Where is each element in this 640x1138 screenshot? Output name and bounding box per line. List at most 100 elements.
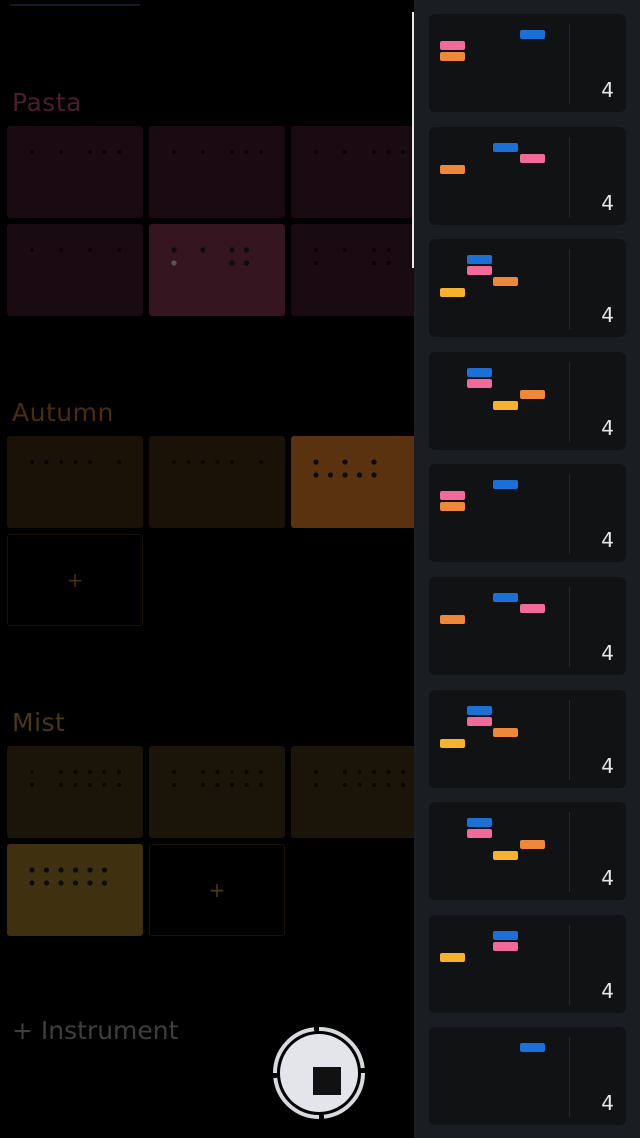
pattern-dot [314,248,318,252]
pattern-tile[interactable] [7,746,143,838]
section-title[interactable]: Pasta [12,88,82,117]
pattern-dot [72,880,79,886]
pattern-dots [171,247,250,266]
pattern-dot [44,460,49,464]
pattern-dot [386,770,391,774]
pattern-tile[interactable] [149,126,285,218]
pattern-dot [314,770,318,774]
pattern-dot [386,261,391,265]
pattern-dots [30,248,121,252]
section-title[interactable]: Autumn [12,398,114,427]
pattern-dots [314,248,391,265]
pattern-dot [117,770,121,774]
pattern-dot [259,150,263,154]
pattern-tile[interactable] [149,746,285,838]
pattern-card[interactable]: 4 [429,577,626,675]
pattern-dot [259,770,263,774]
pattern-dot [244,783,249,787]
pattern-card[interactable]: 4 [429,351,626,450]
pattern-tile[interactable] [291,126,427,218]
pattern-dot [372,261,376,265]
pattern-dot [43,880,50,886]
note-blue [466,367,492,377]
pattern-dots [30,460,121,464]
stop-button[interactable] [272,1026,366,1120]
note-blue [493,480,518,490]
note-blue [519,1043,545,1053]
pattern-dot [230,783,234,787]
pattern-dot [386,248,391,252]
pattern-dot [172,150,176,154]
card-divider [569,587,570,667]
pattern-dot [342,459,348,465]
pattern-dot [314,150,318,154]
note-orange [440,52,465,61]
pattern-card[interactable]: 4 [429,464,626,563]
card-divider [569,249,570,330]
pattern-dot [313,472,319,478]
pattern-tile[interactable] [7,224,143,316]
pattern-dot [229,247,235,253]
card-divider [569,699,570,780]
pattern-length: 4 [601,415,614,440]
pattern-dot [230,770,234,774]
note-blue [493,930,518,940]
add-pattern-button[interactable]: + [149,844,285,936]
drawer-scroll-indicator[interactable] [412,12,414,268]
note-pink [466,829,492,839]
note-orange [519,840,545,850]
add-pattern-button[interactable]: + [7,534,143,626]
pattern-dot [88,248,92,252]
pattern-tile[interactable] [291,224,427,316]
section-title[interactable]: Mist [12,708,65,737]
note-pink [519,153,545,163]
pattern-dot [172,460,176,464]
pattern-dot [314,783,318,787]
pattern-tile[interactable] [7,126,143,218]
pattern-tile-active[interactable] [291,436,427,528]
pattern-dot [30,783,34,787]
card-divider [569,361,570,442]
pattern-card[interactable]: 4 [429,239,626,338]
note-pink [466,378,492,388]
note-yellow [493,851,518,861]
card-divider [569,474,570,555]
pattern-dot [401,770,405,774]
pattern-dot [371,459,377,465]
stop-button-face [280,1034,358,1112]
pattern-dot [357,783,362,787]
note-pink [466,266,492,276]
pattern-card[interactable]: 4 [429,802,626,901]
pattern-dot [117,248,121,252]
pattern-dot [259,460,263,464]
pattern-dot [73,460,78,464]
pattern-tile[interactable] [149,436,285,528]
pattern-tile-active[interactable] [7,844,143,936]
pattern-dots [172,150,263,154]
pattern-tile-active[interactable] [149,224,285,316]
pattern-tile[interactable] [7,436,143,528]
pattern-dot [342,472,348,478]
pattern-card[interactable]: 4 [429,914,626,1013]
add-instrument-button[interactable]: + Instrument [12,1016,178,1045]
pattern-card[interactable]: 4 [429,689,626,788]
note-blue [493,142,518,152]
note-pink [466,716,492,726]
pattern-dot [343,248,347,252]
pattern-dot [101,867,108,873]
pattern-dot [30,150,34,154]
pattern-dot [201,460,205,464]
pattern-card[interactable]: 4 [429,126,626,225]
pattern-dot [314,261,318,265]
pattern-card[interactable]: 4 [429,14,626,112]
pattern-tile[interactable] [291,746,427,838]
pattern-dot [59,248,63,252]
note-orange [440,164,465,174]
pattern-card[interactable]: 4 [429,1027,626,1126]
pattern-dot [243,247,250,253]
pattern-length: 4 [601,866,614,891]
pattern-dot [357,770,362,774]
pattern-dots [172,770,263,787]
pattern-dot [117,783,121,787]
pattern-dot [259,783,263,787]
